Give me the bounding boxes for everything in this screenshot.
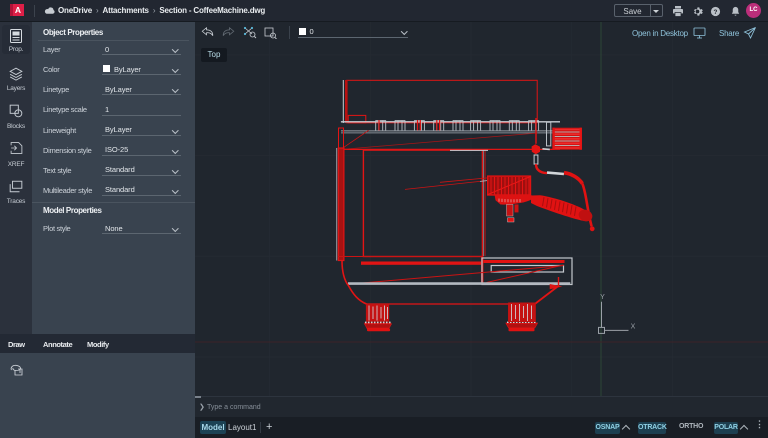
svg-text:Y: Y bbox=[600, 294, 605, 301]
svg-text:?: ? bbox=[714, 9, 718, 16]
svg-text:X: X bbox=[631, 324, 636, 331]
svg-text:A: A bbox=[15, 5, 21, 15]
